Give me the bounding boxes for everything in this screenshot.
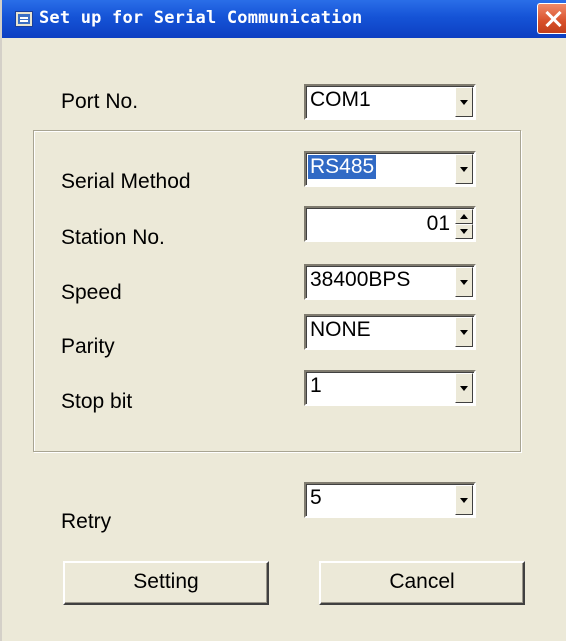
speed-value: 38400BPS	[310, 268, 411, 291]
chevron-down-icon[interactable]	[455, 267, 473, 297]
port-value: COM1	[310, 88, 371, 111]
chevron-down-icon[interactable]	[455, 373, 473, 403]
station-value: 01	[426, 212, 450, 235]
spin-up-icon[interactable]	[455, 209, 473, 224]
cancel-button[interactable]: Cancel	[319, 561, 525, 605]
retry-value: 5	[310, 486, 322, 509]
port-label: Port No.	[61, 90, 139, 113]
station-label: Station No.	[61, 226, 165, 249]
chevron-down-icon[interactable]	[455, 154, 473, 184]
window-title: Set up for Serial Communication	[39, 8, 363, 28]
setting-button[interactable]: Setting	[63, 561, 269, 605]
stop-bit-select[interactable]: 1	[304, 370, 476, 406]
parity-label: Parity	[61, 335, 115, 358]
chevron-down-icon[interactable]	[455, 485, 473, 515]
port-select[interactable]: COM1	[304, 84, 476, 120]
spin-down-icon[interactable]	[455, 224, 473, 239]
station-stepper[interactable]: 01	[304, 206, 476, 242]
close-icon[interactable]	[537, 3, 566, 34]
parity-select[interactable]: NONE	[304, 314, 476, 350]
stop-bit-value: 1	[310, 374, 322, 397]
speed-label: Speed	[61, 281, 122, 304]
retry-label: Retry	[61, 510, 112, 533]
title-bar[interactable]: Set up for Serial Communication	[2, 0, 566, 38]
stop-bit-label: Stop bit	[61, 390, 133, 413]
serial-method-select[interactable]: RS485	[304, 151, 476, 187]
app-icon	[15, 11, 33, 27]
chevron-down-icon[interactable]	[455, 87, 473, 117]
serial-setup-dialog: Set up for Serial Communication Port No.…	[0, 0, 566, 641]
chevron-down-icon[interactable]	[455, 317, 473, 347]
parity-value: NONE	[310, 318, 371, 341]
serial-method-label: Serial Method	[61, 170, 191, 193]
retry-select[interactable]: 5	[304, 482, 476, 518]
serial-method-value: RS485	[308, 155, 377, 179]
speed-select[interactable]: 38400BPS	[304, 264, 476, 300]
